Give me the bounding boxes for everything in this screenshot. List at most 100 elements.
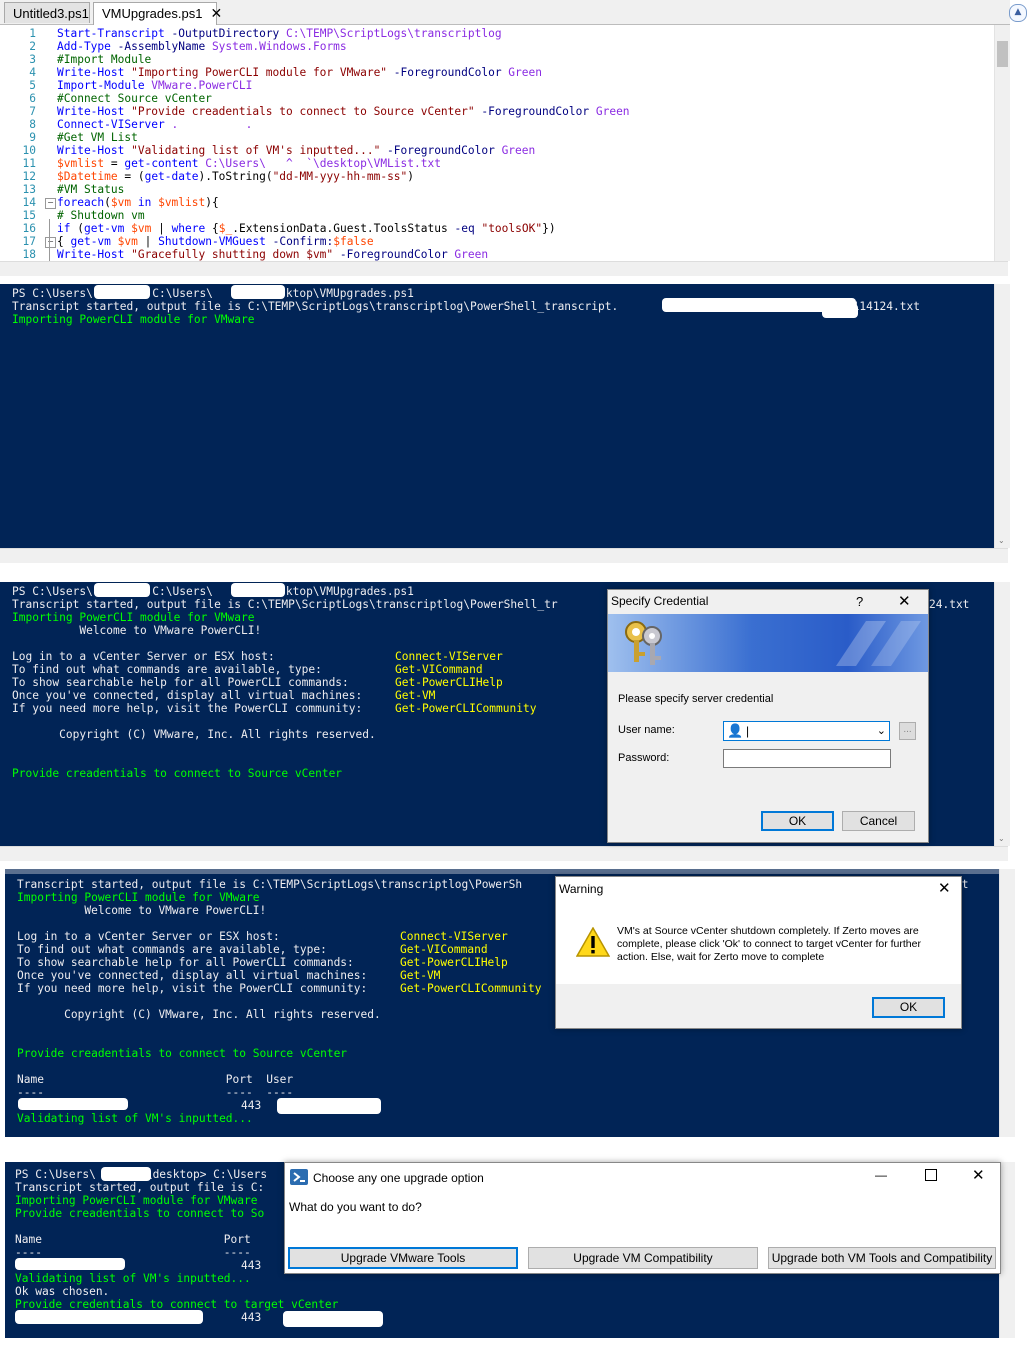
console-2-scrollbar[interactable]: ⌄	[994, 582, 1010, 846]
line-number: 12	[22, 170, 36, 183]
credential-prompt: Please specify server credential	[618, 693, 774, 705]
code-line[interactable]: #Get VM List	[57, 131, 138, 144]
console-line: Ok was chosen.	[15, 1285, 110, 1298]
user-name-label: User name:	[618, 724, 675, 736]
user-name-combobox[interactable]: 👤 | ⌄	[723, 721, 890, 741]
collapse-pane-icon[interactable]: ▲	[1009, 4, 1027, 22]
tab-vmupgrades[interactable]: VMUpgrades.ps1 ✕	[93, 2, 222, 25]
console-pane-1[interactable]: PS C:\Users\ > C:\Users\ \Desktop\VMUpgrad…	[0, 284, 994, 548]
code-line[interactable]: Write-Host "Provide creadentials to conn…	[57, 105, 630, 118]
ok-button[interactable]: OK	[872, 997, 945, 1018]
code-line[interactable]: Write-Host "Validating list of VM's inpu…	[57, 144, 535, 157]
editor-vertical-scrollbar[interactable]	[994, 25, 1010, 261]
table-cell-port: 443	[241, 1311, 262, 1324]
tab-untitled3[interactable]: Untitled3.ps1	[4, 2, 90, 23]
redaction	[277, 1098, 381, 1114]
console-line: Copyright (C) VMware, Inc. All rights re…	[12, 728, 376, 741]
code-line[interactable]: if (get-vm $vm | where {$_.ExtensionData…	[57, 222, 556, 235]
chevron-down-icon[interactable]: ⌄	[877, 724, 886, 737]
console-1-hscroll[interactable]	[0, 548, 1008, 563]
minimize-icon[interactable]: —	[875, 1168, 887, 1182]
help-command: Get-PowerCLICommunity	[395, 702, 537, 715]
redaction	[18, 1098, 128, 1110]
console-3-scrollbar[interactable]	[999, 869, 1015, 1137]
code-line[interactable]: Connect-VIServer . .	[57, 118, 252, 131]
console-line: Importing PowerCLI module for VMware	[12, 313, 255, 326]
console-line: PS C:\Users\ > C:\Users\ \Desktop\VMUpgrad…	[12, 287, 414, 300]
code-line[interactable]: Write-Host "Importing PowerCLI module fo…	[57, 66, 542, 79]
help-command: Get-VM	[395, 689, 436, 702]
redaction	[231, 285, 285, 299]
warning-dialog: Warning ✕ VM's at Source vCenter shutdow…	[555, 876, 962, 1029]
fold-toggle-icon[interactable]: −	[45, 237, 56, 248]
line-number: 13	[22, 183, 36, 196]
password-field[interactable]	[723, 749, 891, 768]
help-command: Get-PowerCLIHelp	[395, 676, 503, 689]
ok-button[interactable]: OK	[761, 811, 834, 831]
console-4-scrollbar[interactable]	[999, 1162, 1015, 1338]
dialog-question: What do you want to do?	[289, 1200, 422, 1214]
password-label: Password:	[618, 752, 670, 764]
help-text: Log in to a vCenter Server or ESX host:	[17, 930, 348, 943]
code-line[interactable]: #VM Status	[57, 183, 124, 196]
keys-icon	[625, 621, 662, 665]
console-1-scrollbar[interactable]: ⌄	[994, 284, 1010, 548]
upgrade-both-button[interactable]: Upgrade both VM Tools and Compatibility	[768, 1247, 996, 1269]
line-number: 7	[29, 105, 36, 118]
code-line[interactable]: { get-vm $vm | Shutdown-VMGuest -Confirm…	[57, 235, 374, 248]
redaction	[822, 304, 858, 318]
upgrade-vmware-tools-button[interactable]: Upgrade VMware Tools	[288, 1247, 518, 1269]
console-2-hscroll[interactable]	[0, 846, 1008, 861]
help-text: Once you've connected, display all virtu…	[17, 969, 374, 982]
dialog-title: Specify Credential	[611, 594, 709, 608]
console-line: Transcript started, output file is C:	[15, 1181, 265, 1194]
code-line[interactable]: #Import Module	[57, 53, 151, 66]
scroll-down-icon[interactable]: ⌄	[998, 536, 1005, 545]
console-line: Validating list of VM's inputted...	[17, 1112, 253, 1125]
console-line: 24.txt	[929, 598, 970, 611]
help-text: Log in to a vCenter Server or ESX host:	[12, 650, 343, 663]
table-cell-port: 443	[241, 1099, 262, 1112]
code-line[interactable]: $vmlist = get-content C:\Users\ ^ `\desk…	[57, 157, 441, 170]
help-text: If you need more help, visit the PowerCL…	[17, 982, 374, 995]
close-icon[interactable]: ✕	[898, 592, 911, 610]
fold-toggle-icon[interactable]: −	[45, 198, 56, 209]
code-line[interactable]: Write-Host "Gracefully shutting down $vm…	[57, 248, 488, 261]
close-tab-icon[interactable]: ✕	[210, 5, 222, 21]
text-cursor: |	[746, 724, 750, 738]
code-line[interactable]: # Shutdown vm	[57, 209, 145, 222]
console-line: Welcome to VMware PowerCLI!	[12, 624, 262, 637]
cancel-button[interactable]: Cancel	[842, 811, 915, 831]
code-line[interactable]: Import-Module VMware.PowerCLI	[57, 79, 252, 92]
warning-icon	[576, 927, 610, 957]
powershell-icon	[290, 1169, 308, 1185]
console-line: Importing PowerCLI module for VMware	[17, 891, 260, 904]
code-line[interactable]: Add-Type -AssemblyName System.Windows.Fo…	[57, 40, 347, 53]
close-icon[interactable]: ✕	[972, 1166, 985, 1184]
close-icon[interactable]: ✕	[938, 879, 951, 897]
editor-horizontal-scrollbar[interactable]	[0, 261, 1008, 276]
cropped-line	[5, 869, 999, 874]
code-line[interactable]: $Datetime = (get-date).ToString("dd-MM-y…	[57, 170, 414, 183]
code-line[interactable]: #Connect Source vCenter	[57, 92, 212, 105]
redaction	[101, 1167, 151, 1181]
help-command: Connect-VIServer	[400, 930, 508, 943]
console-line: Provide creadentials to connect to So	[15, 1207, 265, 1220]
script-editor[interactable]: 1 Start-Transcript -OutputDirectory C:\TE…	[0, 25, 994, 267]
line-number: 5	[29, 79, 36, 92]
code-line[interactable]: Start-Transcript -OutputDirectory C:\TEM…	[57, 27, 502, 40]
scroll-down-icon[interactable]: ⌄	[998, 834, 1005, 843]
browse-button[interactable]: ...	[899, 722, 916, 740]
console-line: Welcome to VMware PowerCLI!	[17, 904, 267, 917]
help-text: To find out what commands are available,…	[12, 663, 343, 676]
line-number: 6	[29, 92, 36, 105]
code-line[interactable]: foreach($vm in $vmlist){	[57, 196, 219, 209]
upgrade-vm-compatibility-button[interactable]: Upgrade VM Compatibility	[528, 1247, 758, 1269]
line-number: 18	[22, 248, 36, 261]
help-icon[interactable]: ?	[856, 594, 863, 609]
scrollbar-thumb[interactable]	[997, 41, 1008, 67]
maximize-icon[interactable]	[925, 1169, 937, 1181]
console-line: Importing PowerCLI module for VMware	[15, 1194, 258, 1207]
credential-banner	[608, 614, 928, 672]
upgrade-option-dialog: Choose any one upgrade option — ✕ What d…	[284, 1162, 1001, 1274]
